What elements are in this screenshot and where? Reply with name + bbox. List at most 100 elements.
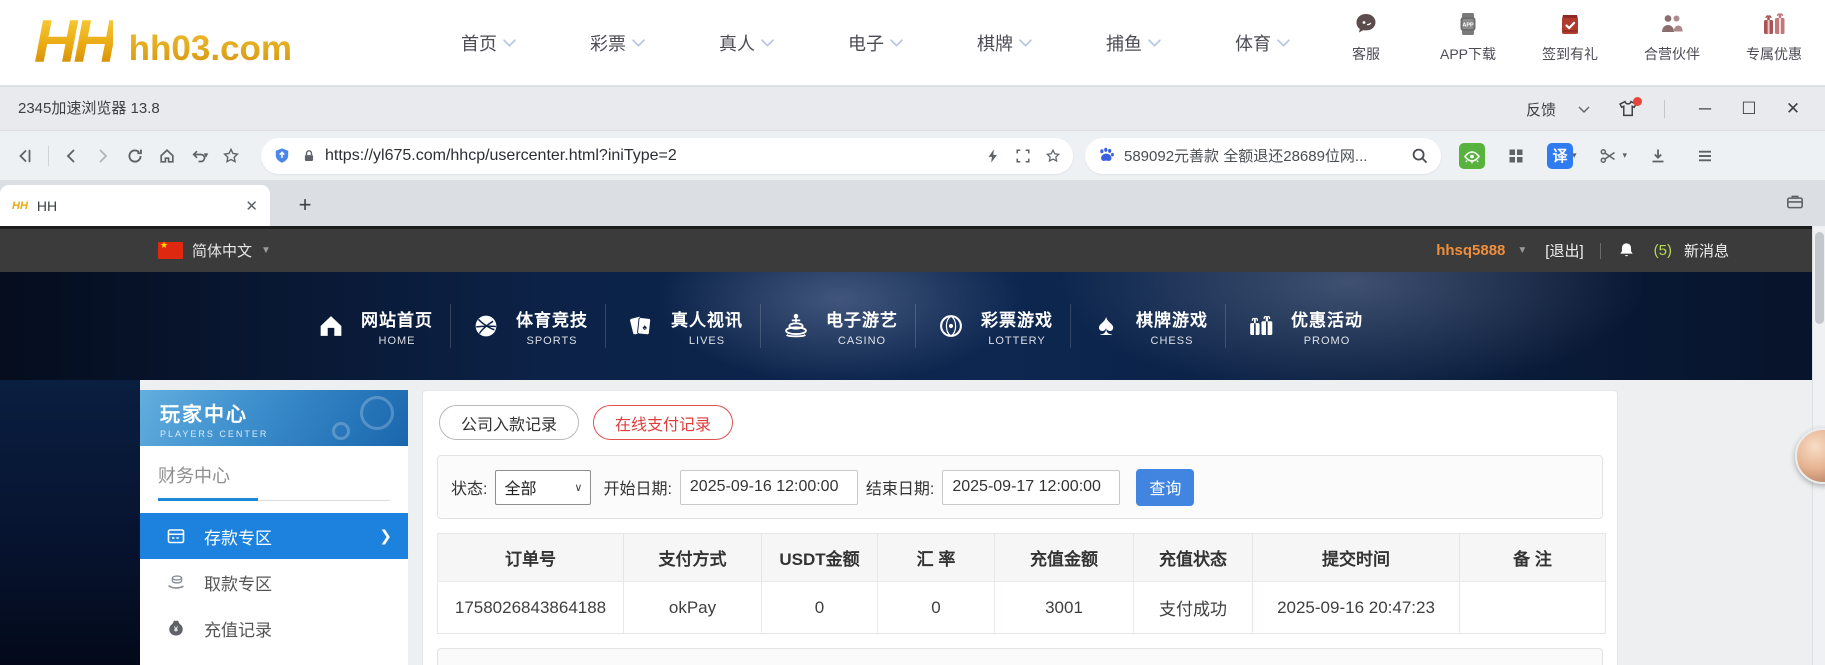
sidebar: 玩家中心 PLAYERS CENTER 财务中心 存款专区 ❯ — [140, 390, 408, 665]
forward-button[interactable] — [87, 140, 119, 172]
feedback-button[interactable]: 反馈 — [1526, 99, 1556, 120]
support-chat-icon — [1352, 10, 1380, 38]
search-icon[interactable] — [1411, 147, 1429, 165]
tab-company-deposit-records[interactable]: 公司入款记录 — [439, 405, 579, 440]
download-button[interactable] — [1642, 140, 1674, 172]
home-button[interactable] — [151, 140, 183, 172]
window-close-button[interactable]: ✕ — [1771, 87, 1815, 131]
cell-submit-time: 2025-09-16 20:47:23 — [1253, 582, 1460, 634]
reload-button[interactable] — [119, 140, 151, 172]
records-panel: 公司入款记录 在线支付记录 状态: 全部 ∨ 开始日期: 2025-09-16 … — [422, 390, 1618, 665]
filter-bar: 状态: 全部 ∨ 开始日期: 2025-09-16 12:00:00 结束日期:… — [437, 455, 1603, 519]
quick-link-app-download[interactable]: APP APP下载 — [1439, 10, 1497, 64]
query-button[interactable]: 查询 — [1136, 469, 1194, 506]
chevron-down-icon — [1277, 39, 1290, 47]
capture-frame-icon[interactable] — [1015, 148, 1031, 164]
apps-grid-button[interactable] — [1500, 140, 1532, 172]
speed-bolt-icon[interactable] — [985, 148, 1001, 164]
divider — [1664, 100, 1665, 118]
scrollbar-thumb[interactable] — [1815, 232, 1824, 324]
eye-icon — [1462, 146, 1482, 166]
sidebar-item-withdraw[interactable]: 取款专区 — [140, 559, 408, 605]
sidebar-item-recharge-records[interactable]: ¥ 充值记录 — [140, 605, 408, 651]
translate-dropdown-icon[interactable]: ▾ — [1572, 150, 1577, 161]
download-icon — [1649, 147, 1667, 165]
status-select[interactable]: 全部 ∨ — [495, 470, 591, 505]
main-nav-sports[interactable]: 体育竞技SPORTS — [451, 294, 605, 358]
chevron-right-icon: ❯ — [379, 527, 392, 545]
language-selector[interactable]: 简体中文 ▼ — [158, 229, 271, 272]
quick-link-signin-gift[interactable]: 签到有礼 — [1541, 10, 1599, 64]
sports-ball-icon — [468, 308, 504, 344]
speed-shield-icon[interactable] — [273, 147, 291, 165]
site-nav-slots[interactable]: 电子 — [811, 30, 940, 56]
username-link[interactable]: hhsq5888 — [1436, 242, 1505, 259]
exclusive-offer-icon — [1760, 10, 1788, 38]
theme-skin-button[interactable] — [1618, 100, 1638, 118]
favorite-star-icon[interactable] — [1045, 148, 1061, 164]
search-suggestion-text[interactable]: 589092元善款 全额退还28689位网... — [1124, 145, 1403, 166]
browser-tab[interactable]: HH HH ✕ — [0, 185, 270, 226]
translate-button[interactable]: 译 — [1547, 143, 1573, 169]
workspace-briefcase-button[interactable] — [1785, 192, 1805, 211]
background-strip — [0, 380, 140, 665]
col-recharge-status: 充值状态 — [1134, 534, 1253, 582]
apps-grid-icon — [1507, 147, 1525, 165]
window-minimize-button[interactable]: ─ — [1683, 87, 1727, 131]
url-text[interactable]: https://yl675.com/hhcp/usercenter.html?i… — [325, 147, 985, 165]
search-box[interactable]: 589092元善款 全额退还28689位网... — [1085, 138, 1441, 174]
feedback-dropdown-icon[interactable] — [1578, 106, 1590, 113]
bookmark-star-icon — [222, 147, 240, 165]
bookmark-button[interactable] — [215, 140, 247, 172]
money-bag-icon: ¥ — [166, 618, 186, 638]
screenshot-dropdown-icon[interactable]: ▾ — [1623, 150, 1628, 161]
col-order-id: 订单号 — [438, 534, 624, 582]
logo-hh-mark: HH — [34, 6, 113, 78]
briefcase-icon — [1785, 192, 1805, 211]
home-icon — [158, 147, 176, 165]
site-nav-lottery[interactable]: 彩票 — [553, 30, 682, 56]
section-underline — [158, 498, 390, 501]
start-date-input[interactable]: 2025-09-16 12:00:00 — [680, 470, 858, 505]
eye-protection-button[interactable] — [1459, 143, 1485, 169]
main-nav-casino[interactable]: 电子游艺CASINO — [761, 294, 915, 358]
bell-icon[interactable] — [1617, 241, 1636, 260]
site-nav: 首页 彩票 真人 电子 棋牌 捕鱼 体育 — [424, 0, 1327, 86]
window-maximize-button[interactable]: ☐ — [1727, 87, 1771, 131]
quick-link-partners[interactable]: 合营伙伴 — [1643, 10, 1701, 64]
site-nav-fishing[interactable]: 捕鱼 — [1069, 30, 1198, 56]
lock-icon[interactable] — [301, 148, 317, 164]
sidebar-panel-icon — [17, 147, 35, 165]
col-usdt-amount: USDT金额 — [762, 534, 878, 582]
logout-link[interactable]: [退出] — [1545, 240, 1583, 261]
main-nav-promo[interactable]: 优惠活动PROMO — [1226, 294, 1380, 358]
site-nav-sports[interactable]: 体育 — [1198, 30, 1327, 56]
tab-online-payment-records[interactable]: 在线支付记录 — [593, 405, 733, 440]
main-nav-lottery[interactable]: 彩票游戏LOTTERY — [916, 294, 1070, 358]
sidebar-panel-button[interactable] — [10, 140, 42, 172]
tab-close-icon[interactable]: ✕ — [245, 197, 258, 215]
main-nav-lives[interactable]: ♠ 真人视讯LIVES — [606, 294, 760, 358]
site-logo[interactable]: HH hh03.com — [34, 6, 292, 78]
url-bar[interactable]: https://yl675.com/hhcp/usercenter.html?i… — [261, 138, 1073, 174]
main-nav-chess[interactable]: ♠ 棋牌游戏CHESS — [1071, 294, 1225, 358]
new-messages-link[interactable]: 新消息 — [1684, 240, 1729, 261]
site-nav-live[interactable]: 真人 — [682, 30, 811, 56]
message-count[interactable]: (5) — [1654, 242, 1672, 259]
main-nav-home[interactable]: 网站首页HOME — [296, 294, 450, 358]
user-dropdown-icon[interactable]: ▼ — [1517, 245, 1527, 256]
quick-link-exclusive[interactable]: 专属优惠 — [1745, 10, 1803, 64]
quick-link-support[interactable]: 客服 — [1337, 10, 1395, 64]
menu-button[interactable] — [1689, 140, 1721, 172]
new-tab-button[interactable]: + — [288, 188, 322, 222]
screen: HH hh03.com 首页 彩票 真人 电子 棋牌 捕鱼 体育 客服 APP … — [0, 0, 1825, 665]
chevron-down-icon — [761, 39, 774, 47]
back-button[interactable] — [55, 140, 87, 172]
screenshot-button[interactable] — [1592, 140, 1624, 172]
site-nav-chess[interactable]: 棋牌 — [940, 30, 1069, 56]
end-date-input[interactable]: 2025-09-17 12:00:00 — [942, 470, 1120, 505]
undo-button[interactable]: ▾ — [183, 140, 215, 172]
site-nav-home[interactable]: 首页 — [424, 30, 553, 56]
table-header-row: 订单号 支付方式 USDT金额 汇 率 充值金额 充值状态 提交时间 备 注 — [438, 534, 1606, 582]
sidebar-item-deposit[interactable]: 存款专区 ❯ — [140, 513, 408, 559]
